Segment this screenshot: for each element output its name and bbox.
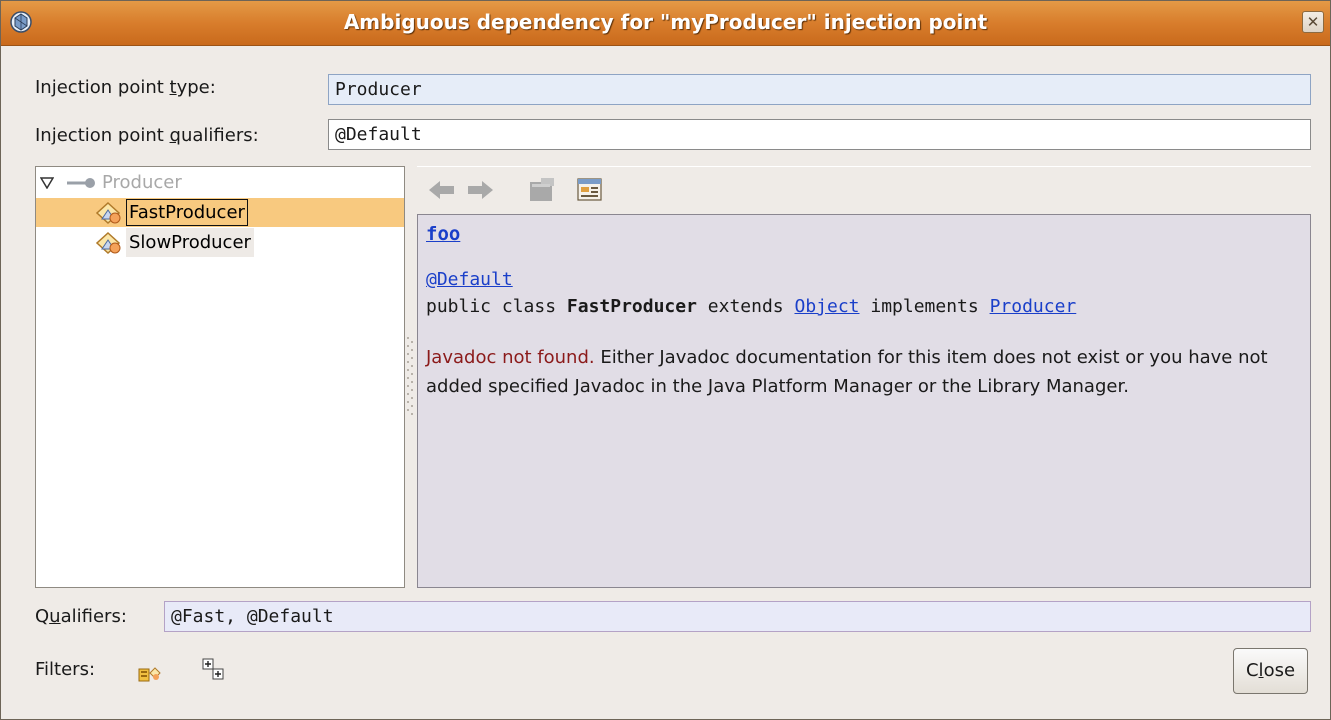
expand-triangle-icon[interactable]: [40, 177, 54, 189]
window-close-button[interactable]: ✕: [1302, 11, 1324, 33]
injection-point-type-label: Injection point type:: [35, 77, 216, 98]
tree-root-producer[interactable]: Producer: [36, 168, 404, 197]
tree-item-label: SlowProducer: [126, 228, 254, 257]
goto-source-icon[interactable]: [527, 176, 557, 204]
implementations-tree[interactable]: Producer FastProducer SlowProducer: [35, 166, 405, 588]
javadoc-content: foo @Default public class FastProducer e…: [417, 214, 1311, 588]
splitter-handle[interactable]: [405, 335, 415, 421]
tree-item-fastproducer[interactable]: FastProducer: [36, 198, 404, 227]
filters-label: Filters:: [35, 659, 96, 680]
forward-arrow-icon[interactable]: [465, 176, 495, 204]
expand-all-icon[interactable]: [201, 657, 225, 681]
javadoc-not-found-message: Javadoc not found. Either Javadoc docume…: [426, 347, 1268, 397]
javadoc-toolbar: [417, 166, 1311, 213]
tree-root-label: Producer: [102, 172, 182, 193]
injection-point-type-field[interactable]: Producer: [328, 74, 1311, 105]
close-button[interactable]: Close: [1233, 648, 1308, 694]
back-arrow-icon[interactable]: [427, 176, 457, 204]
package-link[interactable]: foo: [426, 223, 460, 245]
injection-point-qualifiers-label: Injection point qualifiers:: [35, 125, 259, 146]
filter-classes-icon[interactable]: [137, 661, 161, 685]
open-browser-icon[interactable]: [575, 176, 605, 204]
class-declaration: public class FastProducer extends Object…: [426, 296, 1077, 317]
injection-point-qualifiers-field[interactable]: @Default: [328, 119, 1311, 150]
title-bar[interactable]: Ambiguous dependency for "myProducer" in…: [1, 1, 1330, 46]
qualifiers-field[interactable]: @Fast, @Default: [164, 601, 1311, 632]
producer-link[interactable]: Producer: [990, 296, 1077, 317]
interface-icon: [67, 178, 95, 188]
annotation-link[interactable]: @Default: [426, 269, 513, 290]
qualifiers-label: Qualifiers:: [35, 606, 127, 627]
dialog-window: Ambiguous dependency for "myProducer" in…: [0, 0, 1331, 720]
javadoc-pane: foo @Default public class FastProducer e…: [417, 166, 1311, 588]
window-title: Ambiguous dependency for "myProducer" in…: [343, 10, 988, 34]
class-icon: [96, 231, 121, 255]
tree-item-slowproducer[interactable]: SlowProducer: [36, 228, 404, 257]
class-icon: [96, 201, 121, 225]
object-link[interactable]: Object: [794, 296, 859, 317]
tree-item-label: FastProducer: [126, 199, 248, 226]
